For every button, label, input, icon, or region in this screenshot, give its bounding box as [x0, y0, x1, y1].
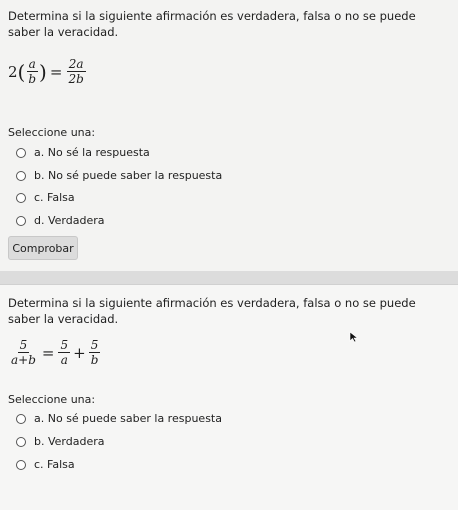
rhs-numerator: 2a	[66, 57, 86, 72]
q2-option-c[interactable]: c. Falsa	[16, 458, 75, 471]
option-label: c. Falsa	[34, 458, 75, 471]
rhs2-numerator: 5	[88, 338, 101, 353]
question-2-card: Determina si la siguiente afirmación es …	[0, 284, 458, 510]
radio-button[interactable]	[16, 215, 26, 226]
question-2-equation: 5 a+b = 5 a + 5 b	[8, 339, 101, 366]
rhs-fraction: 2a 2b	[66, 57, 86, 86]
rhs-fraction-2: 5 b	[88, 338, 101, 367]
equals-sign: =	[41, 343, 55, 362]
radio-button[interactable]	[16, 192, 26, 203]
lhs-denominator: b	[28, 72, 37, 86]
rhs-denominator: 2b	[68, 72, 84, 86]
lhs-numerator: a	[26, 57, 38, 72]
option-label: a. No sé puede saber la respuesta	[34, 412, 222, 425]
open-paren: (	[17, 59, 26, 84]
q1-option-d[interactable]: d. Verdadera	[16, 214, 104, 227]
question-1-equation: 2 ( a b ) = 2a 2b	[8, 58, 87, 85]
option-label: a. No sé la respuesta	[34, 146, 150, 159]
lhs-denominator: a+b	[11, 353, 36, 367]
question-1-prompt: Seleccione una:	[8, 126, 96, 139]
radio-button[interactable]	[16, 436, 26, 447]
check-button[interactable]: Comprobar	[8, 236, 78, 260]
rhs1-numerator: 5	[58, 338, 71, 353]
option-label: b. Verdadera	[34, 435, 105, 448]
question-1-card: Determina si la siguiente afirmación es …	[0, 0, 458, 272]
radio-button[interactable]	[16, 170, 26, 181]
q1-option-b[interactable]: b. No sé puede saber la respuesta	[16, 169, 222, 182]
lhs-fraction: a b	[26, 58, 38, 85]
radio-button[interactable]	[16, 413, 26, 424]
rhs2-denominator: b	[90, 353, 99, 367]
option-label: d. Verdadera	[34, 214, 105, 227]
rhs-fraction-1: 5 a	[58, 338, 71, 367]
option-label: b. No sé puede saber la respuesta	[34, 169, 223, 182]
option-label: c. Falsa	[34, 191, 75, 204]
q2-option-a[interactable]: a. No sé puede saber la respuesta	[16, 412, 222, 425]
question-2-prompt: Seleccione una:	[8, 393, 96, 406]
equals-sign: =	[49, 62, 63, 81]
question-1-text: Determina si la siguiente afirmación es …	[8, 9, 416, 39]
close-paren: )	[39, 59, 47, 84]
equation-coefficient: 2	[8, 62, 18, 81]
plus-sign: +	[73, 343, 86, 362]
q2-option-b[interactable]: b. Verdadera	[16, 435, 104, 448]
rhs1-denominator: a	[60, 353, 68, 367]
radio-button[interactable]	[16, 147, 26, 158]
question-2-text: Determina si la siguiente afirmación es …	[8, 296, 416, 326]
lhs-fraction: 5 a+b	[9, 339, 38, 366]
q1-option-a[interactable]: a. No sé la respuesta	[16, 146, 150, 159]
q1-option-c[interactable]: c. Falsa	[16, 191, 75, 204]
radio-button[interactable]	[16, 459, 26, 470]
lhs-numerator: 5	[17, 338, 30, 353]
question-separator	[0, 271, 458, 284]
